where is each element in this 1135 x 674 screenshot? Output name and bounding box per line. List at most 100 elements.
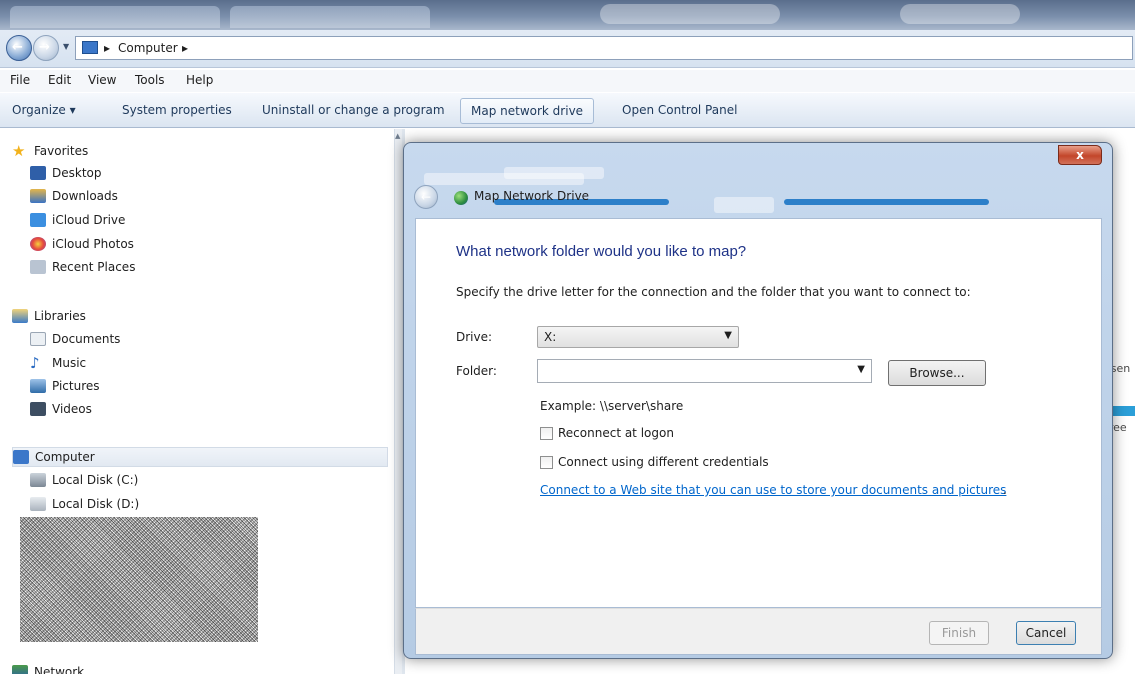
finish-button[interactable]: Finish bbox=[929, 621, 989, 645]
checkbox-box[interactable] bbox=[540, 426, 553, 440]
checkbox-box[interactable] bbox=[540, 455, 553, 469]
blurred-area bbox=[714, 197, 774, 213]
drive-select-value: X: bbox=[544, 330, 557, 344]
folder-combobox[interactable]: ▼ bbox=[537, 359, 872, 383]
nav-desktop[interactable]: Desktop bbox=[30, 163, 102, 183]
back-arrow-icon: ← bbox=[12, 40, 23, 55]
web-site-link[interactable]: Connect to a Web site that you can use t… bbox=[540, 483, 1006, 497]
dialog-body: What network folder would you like to ma… bbox=[415, 218, 1102, 608]
instruction-text: Specify the drive letter for the connect… bbox=[456, 285, 971, 299]
nav-favorites[interactable]: ★ Favorites bbox=[12, 141, 88, 161]
web-site-link-period: . bbox=[1003, 483, 1007, 497]
network-icon bbox=[12, 665, 28, 674]
open-control-panel-button[interactable]: Open Control Panel bbox=[622, 103, 737, 117]
address-bar[interactable]: ▸ Computer ▸ bbox=[75, 36, 1133, 60]
desktop-icon bbox=[30, 166, 46, 180]
drive-select[interactable]: X: ▼ bbox=[537, 326, 739, 348]
nav-music[interactable]: ♪ Music bbox=[30, 353, 86, 373]
nav-label: Network bbox=[34, 665, 85, 674]
breadcrumb-separator-icon[interactable]: ▸ bbox=[104, 41, 110, 55]
hard-drive-icon bbox=[30, 473, 46, 487]
blurred-progress bbox=[784, 199, 989, 205]
computer-icon bbox=[82, 41, 98, 54]
dialog-title: Map Network Drive bbox=[474, 189, 590, 203]
organize-button[interactable]: Organize ▾ bbox=[12, 103, 76, 117]
forward-button[interactable]: → bbox=[33, 35, 59, 61]
nav-label: Videos bbox=[52, 402, 92, 416]
nav-label: Local Disk (D:) bbox=[52, 497, 140, 511]
different-credentials-checkbox[interactable]: Connect using different credentials bbox=[540, 455, 769, 469]
photos-icon bbox=[30, 237, 46, 251]
menu-edit[interactable]: Edit bbox=[48, 73, 71, 87]
recent-pages-chevron-icon[interactable]: ▼ bbox=[63, 42, 69, 51]
browse-button[interactable]: Browse... bbox=[888, 360, 986, 386]
dialog-back-button[interactable]: ← bbox=[414, 185, 438, 209]
nav-label: iCloud Drive bbox=[52, 213, 126, 227]
nav-computer[interactable]: Computer bbox=[12, 447, 388, 467]
back-arrow-icon: ← bbox=[420, 190, 432, 204]
nav-label: Recent Places bbox=[52, 260, 136, 274]
map-network-drive-button[interactable]: Map network drive bbox=[460, 98, 595, 124]
forward-arrow-icon: → bbox=[39, 40, 50, 55]
nav-label: Desktop bbox=[52, 166, 102, 180]
nav-libraries[interactable]: Libraries bbox=[12, 306, 86, 326]
uninstall-program-button[interactable]: Uninstall or change a program bbox=[262, 103, 445, 117]
nav-label: iCloud Photos bbox=[52, 237, 134, 251]
redacted-drives-area bbox=[20, 517, 258, 642]
nav-network[interactable]: Network bbox=[12, 662, 84, 674]
libraries-icon bbox=[12, 309, 28, 323]
menu-help[interactable]: Help bbox=[186, 73, 213, 87]
nav-downloads[interactable]: Downloads bbox=[30, 186, 118, 206]
computer-icon bbox=[13, 450, 29, 464]
nav-videos[interactable]: Videos bbox=[30, 399, 92, 419]
system-properties-button[interactable]: System properties bbox=[122, 103, 232, 117]
browser-tab-strip bbox=[0, 0, 1135, 30]
browser-tab[interactable] bbox=[230, 6, 430, 28]
menu-view[interactable]: View bbox=[88, 73, 116, 87]
nav-recent-places[interactable]: Recent Places bbox=[30, 257, 135, 277]
dialog-heading: What network folder would you like to ma… bbox=[456, 243, 747, 260]
browser-tab[interactable] bbox=[10, 6, 220, 28]
dialog-title-area: x ← Map Network Drive bbox=[404, 143, 1112, 223]
reconnect-at-logon-checkbox[interactable]: Reconnect at logon bbox=[540, 426, 674, 440]
chevron-down-icon[interactable]: ▼ bbox=[857, 364, 865, 375]
videos-icon bbox=[30, 402, 46, 416]
map-network-drive-dialog: x ← Map Network Drive What network folde… bbox=[403, 142, 1113, 659]
nav-pictures[interactable]: Pictures bbox=[30, 376, 100, 396]
recent-places-icon bbox=[30, 260, 46, 274]
nav-documents[interactable]: Documents bbox=[30, 329, 120, 349]
downloads-icon bbox=[30, 189, 46, 203]
nav-icloud-photos[interactable]: iCloud Photos bbox=[30, 234, 134, 254]
back-button[interactable]: ← bbox=[6, 35, 32, 61]
navigation-scrollbar[interactable]: ▲ bbox=[394, 129, 402, 674]
nav-icloud-drive[interactable]: iCloud Drive bbox=[30, 210, 125, 230]
breadcrumb-separator-icon[interactable]: ▸ bbox=[182, 41, 188, 55]
nav-local-disk-d[interactable]: Local Disk (D:) bbox=[30, 494, 139, 514]
pictures-icon bbox=[30, 379, 46, 393]
music-icon: ♪ bbox=[30, 354, 40, 372]
checkbox-label[interactable]: Reconnect at logon bbox=[558, 426, 674, 440]
nav-label: Music bbox=[52, 356, 87, 370]
menu-bar: File Edit View Tools Help bbox=[0, 70, 1135, 92]
documents-icon bbox=[30, 332, 46, 346]
blurred-area bbox=[900, 4, 1020, 24]
drive-label: Drive: bbox=[456, 330, 493, 344]
hard-drive-icon bbox=[30, 497, 46, 511]
menu-tools[interactable]: Tools bbox=[135, 73, 165, 87]
chevron-down-icon: ▼ bbox=[724, 330, 732, 341]
cloud-icon bbox=[30, 213, 46, 227]
menu-file[interactable]: File bbox=[10, 73, 30, 87]
network-drive-icon bbox=[454, 191, 468, 205]
star-icon: ★ bbox=[12, 142, 26, 160]
nav-label: Favorites bbox=[34, 144, 89, 158]
nav-label: Documents bbox=[52, 332, 121, 346]
close-button[interactable]: x bbox=[1058, 145, 1102, 165]
blurred-area bbox=[600, 4, 780, 24]
checkbox-label[interactable]: Connect using different credentials bbox=[558, 455, 769, 469]
nav-local-disk-c[interactable]: Local Disk (C:) bbox=[30, 470, 138, 490]
cancel-button[interactable]: Cancel bbox=[1016, 621, 1076, 645]
nav-label: Downloads bbox=[52, 189, 118, 203]
nav-label: Local Disk (C:) bbox=[52, 473, 139, 487]
breadcrumb-computer[interactable]: Computer bbox=[118, 41, 178, 55]
dialog-footer: Finish Cancel bbox=[415, 608, 1102, 655]
